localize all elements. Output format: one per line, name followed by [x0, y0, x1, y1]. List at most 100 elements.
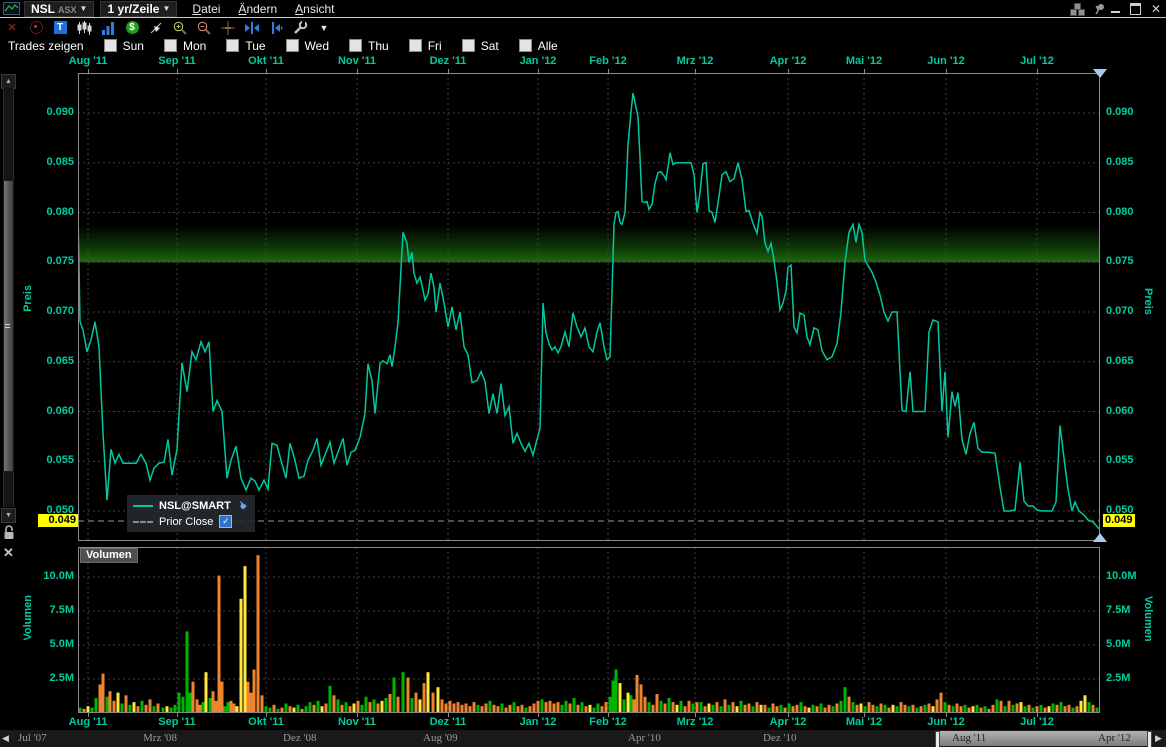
volume-panel-tag: Volumen	[80, 548, 138, 563]
text-annotation-icon[interactable]: T	[52, 20, 68, 36]
day-filter-fri[interactable]: Fri	[409, 39, 442, 53]
volume-bar	[569, 704, 572, 714]
delete-drawing-icon[interactable]: ✕	[4, 20, 20, 36]
legend-series-row[interactable]: NSL@SMART ☚	[133, 499, 247, 512]
volume-bar	[202, 702, 205, 713]
volume-bar	[192, 682, 195, 713]
volume-bar	[419, 699, 422, 713]
axis-tick	[88, 713, 89, 717]
settings-wrench-icon[interactable]	[292, 20, 308, 36]
bar-chart-icon[interactable]	[100, 20, 116, 36]
volume-bar	[337, 699, 340, 713]
checkbox-fri[interactable]	[409, 39, 422, 52]
volume-bar	[377, 704, 380, 714]
timeline-thumb-left-grip[interactable]	[935, 731, 940, 747]
day-filter-sat[interactable]: Sat	[462, 39, 499, 53]
volume-bar	[720, 706, 723, 713]
zoom-out-icon[interactable]	[196, 20, 212, 36]
minimize-button[interactable]	[1111, 11, 1120, 13]
volume-bar	[205, 672, 208, 713]
menu-item-aendern[interactable]: Ändern	[229, 2, 286, 16]
expand-bars-icon[interactable]	[268, 20, 284, 36]
volume-bar	[501, 704, 504, 714]
month-label: Dez '11	[430, 55, 467, 67]
checkbox-tue[interactable]	[226, 39, 239, 52]
menu-item-ansicht[interactable]: Ansicht	[286, 2, 343, 16]
crosshair-icon[interactable]	[220, 20, 236, 36]
checkbox-mon[interactable]	[164, 39, 177, 52]
trades-filter-row: Trades zeigen Sun Mon Tue Wed Thu Fri Sa…	[0, 37, 1166, 54]
highlight-band	[78, 224, 1100, 262]
pin-icon[interactable]: ▼	[1094, 5, 1101, 12]
timeline-left-arrow-icon[interactable]: ◀	[2, 733, 9, 744]
checkbox-sun[interactable]	[104, 39, 117, 52]
volume-bar	[664, 704, 667, 714]
axis-tick	[357, 713, 358, 717]
vertical-scrollbar-thumb[interactable]	[3, 180, 14, 472]
volume-bar	[712, 705, 715, 713]
panel-resize-handle-bottom[interactable]	[1093, 533, 1107, 542]
volume-bar	[633, 699, 636, 713]
timeline-right-arrow-icon[interactable]: ▶	[1155, 733, 1162, 744]
price-tick-label-left: 0.065	[0, 355, 74, 367]
prior-close-swatch	[133, 521, 153, 523]
volume-bar	[820, 704, 823, 714]
menu-item-datei[interactable]: Datei	[183, 2, 229, 16]
price-tick-label-left: 0.055	[0, 454, 74, 466]
volume-bar	[960, 706, 963, 713]
zoom-in-icon[interactable]	[172, 20, 188, 36]
close-panel-icon[interactable]: ✕	[3, 545, 14, 561]
price-tick-label-right: 0.090	[1106, 106, 1134, 118]
volume-bar	[199, 705, 202, 713]
volume-bar	[952, 706, 955, 713]
day-filter-tue[interactable]: Tue	[226, 39, 265, 53]
prior-close-checkbox[interactable]: ✓	[219, 515, 232, 528]
checkbox-sat[interactable]	[462, 39, 475, 52]
volume-bar	[497, 706, 500, 713]
volume-bar	[102, 674, 105, 713]
timeline-scrollbar[interactable]: ◀ ▶ Jul '07Mrz '08Dez '08Aug '09Apr '10D…	[0, 729, 1166, 747]
volume-bar	[648, 702, 651, 713]
timeline-thumb-right-grip[interactable]	[1147, 731, 1152, 747]
volume-bar	[218, 576, 221, 713]
candlestick-chart-icon[interactable]	[76, 20, 92, 36]
volume-bar	[696, 702, 699, 713]
day-filter-sun[interactable]: Sun	[104, 39, 144, 53]
checkbox-alle[interactable]	[519, 39, 532, 52]
collapse-bars-icon[interactable]	[244, 20, 260, 36]
maximize-button[interactable]	[1130, 3, 1141, 15]
volume-bar	[513, 702, 516, 713]
dollar-display-icon[interactable]: $	[124, 20, 140, 36]
price-line-chart[interactable]	[78, 73, 1100, 541]
volume-bar	[333, 695, 336, 713]
checkbox-wed[interactable]	[286, 39, 299, 52]
more-tools-icon[interactable]: ▼	[316, 20, 332, 36]
volume-bar	[900, 702, 903, 713]
volume-bar	[87, 706, 90, 713]
day-filter-alle[interactable]: Alle	[519, 39, 558, 53]
trendline-tool-icon[interactable]	[148, 20, 164, 36]
timeframe-dropdown[interactable]: 1 yr/Zeile ▼	[100, 1, 177, 17]
volume-bar-chart[interactable]	[78, 547, 1100, 713]
price-tick-label-left: 0.090	[0, 106, 74, 118]
target-cursor-icon[interactable]	[28, 20, 44, 36]
volume-bar	[812, 705, 815, 713]
volume-bar	[257, 555, 260, 713]
volume-bar	[453, 704, 456, 714]
checkbox-thu[interactable]	[349, 39, 362, 52]
group-windows-icon[interactable]	[1070, 3, 1084, 15]
close-button[interactable]: ✕	[1151, 4, 1161, 14]
volume-bar	[1008, 701, 1011, 713]
volume-bar	[992, 705, 995, 713]
scroll-up-button[interactable]: ▲	[1, 74, 16, 89]
volume-bar	[896, 706, 899, 713]
month-label: Mai '12	[846, 55, 882, 67]
day-filter-mon[interactable]: Mon	[164, 39, 206, 53]
volume-bar	[708, 704, 711, 714]
legend-prior-close-row[interactable]: Prior Close ✓	[133, 515, 247, 528]
symbol-dropdown[interactable]: NSL ASX ▼	[24, 1, 94, 17]
day-filter-wed[interactable]: Wed	[286, 39, 329, 53]
panel-resize-handle-top[interactable]	[1093, 69, 1107, 78]
volume-bar	[529, 706, 532, 713]
day-filter-thu[interactable]: Thu	[349, 39, 389, 53]
